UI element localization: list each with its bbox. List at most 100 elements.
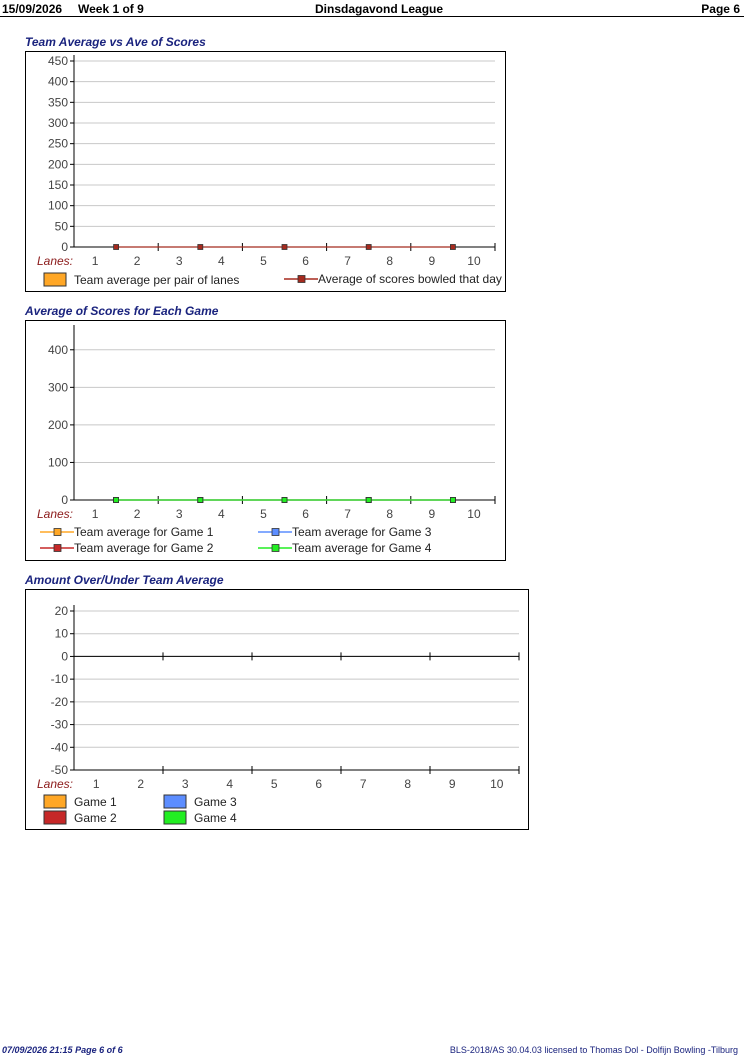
chart3-xtick-label: 3	[182, 777, 189, 791]
chart3-ytick-label: -10	[51, 672, 69, 686]
chart1-svg: 0 50 100 150 200 250 300 350 400 450 1 2 3 4 5 6 7 8 9 10 La…	[37, 54, 502, 287]
chart2-series-4-point	[365, 497, 372, 503]
chart2-legend-label-3: Team average for Game 3	[292, 525, 432, 539]
chart2-xtick-label: 3	[176, 507, 183, 521]
chart3-title: Amount Over/Under Team Average	[25, 573, 224, 587]
chart3-xtick-label: 6	[315, 777, 322, 791]
chart2-xtick-label: 8	[386, 507, 393, 521]
chart3-xtick-label: 5	[271, 777, 278, 791]
chart3-box: -50 -40 -30 -20 -10 0 10 20 1 2 3 4 5 6 7 8 9 10 Lanes: Gam…	[25, 589, 529, 830]
chart3-ytick-label: 10	[55, 627, 69, 641]
chart1-series-2-point	[197, 244, 204, 250]
chart3-legend-swatch-4	[163, 810, 187, 825]
chart2-xtick-label: 2	[134, 507, 141, 521]
chart3-xtick-label: 8	[404, 777, 411, 791]
chart2-legend-label-2: Team average for Game 2	[74, 541, 214, 555]
chart2-svg: 01002003004001 2 3 4 5 6 7 8 9 10Lanes:Team avera…	[37, 325, 496, 555]
chart2-legend-label-4: Team average for Game 4	[292, 541, 432, 555]
chart1-ytick-label: 450	[48, 54, 68, 68]
chart3-xtick-label: 4	[226, 777, 233, 791]
chart1-ytick-label: 250	[48, 137, 68, 151]
chart1-xtick-label: 8	[386, 254, 393, 268]
chart3-legend-swatch-1	[43, 794, 67, 809]
chart1-xtick-label: 10	[467, 254, 481, 268]
chart1-xaxis-label: Lanes:	[37, 254, 73, 268]
chart2-legend-marker-4	[271, 544, 280, 552]
report-date: 15/09/2026	[2, 2, 63, 16]
chart1-legend-swatch-1	[43, 272, 67, 287]
chart3-xtick-label: 9	[449, 777, 456, 791]
chart3-xtick-label: 1	[93, 777, 100, 791]
chart3-xtick-label: 10	[490, 777, 504, 791]
chart1-xtick-label: 4	[218, 254, 225, 268]
chart3-legend-label-3: Game 3	[194, 795, 237, 809]
chart1-ytick-label: 50	[55, 219, 69, 233]
chart3-ytick-label: -20	[51, 695, 69, 709]
chart1-series-2-point	[281, 244, 288, 250]
league-name: Dinsdagavond League	[315, 2, 444, 16]
chart2-xtick-label: 1	[92, 507, 99, 521]
chart3-legend-swatch-2	[43, 810, 67, 825]
chart1-ytick-label: 100	[48, 199, 68, 213]
chart2-legend-marker-1	[53, 528, 62, 536]
chart2-series-4-point	[281, 497, 288, 503]
chart1-title: Team Average vs Ave of Scores	[25, 35, 206, 49]
chart2-ytick-label: 200	[48, 418, 68, 432]
chart2-xtick-label: 9	[429, 507, 436, 521]
chart2-xtick-label: 7	[344, 507, 351, 521]
chart2-xtick-label: 10	[467, 507, 481, 521]
chart1-ytick-label: 300	[48, 116, 68, 130]
chart2-xtick-label: 4	[218, 507, 225, 521]
chart1-legend-label-1: Team average per pair of lanes	[74, 273, 239, 287]
chart1-box: 0 50 100 150 200 250 300 350 400 450 1 2 3 4 5 6 7 8 9 10 La…	[25, 51, 506, 292]
chart3-ytick-label: -50	[51, 763, 69, 777]
chart3-ytick-label: 20	[55, 604, 69, 618]
chart1-series-2-point	[113, 244, 119, 250]
chart1-ytick-label: 150	[48, 178, 68, 192]
chart2-series-4-point	[113, 497, 119, 503]
chart3-legend-swatch-3	[163, 794, 187, 809]
footer-license: BLS-2018/AS 30.04.03 licensed to Thomas …	[449, 1045, 738, 1055]
chart2-title: Average of Scores for Each Game	[25, 304, 219, 318]
chart3-ytick-label: 0	[61, 649, 68, 663]
chart1-ytick-label: 0	[61, 240, 68, 254]
chart3-xtick-label: 7	[360, 777, 367, 791]
chart3-legend-label-2: Game 2	[74, 811, 117, 825]
chart3-xaxis-label: Lanes:	[37, 777, 73, 791]
chart1-xtick-label: 2	[134, 254, 141, 268]
chart1-series-2-point	[449, 244, 456, 250]
chart3-ytick-label: -40	[51, 740, 69, 754]
page-number: Page 6	[701, 2, 740, 16]
chart2-legend-marker-2	[53, 544, 62, 552]
chart2-series-4-point	[449, 497, 456, 503]
chart2-series-4-point	[197, 497, 204, 503]
chart3-legend-label-4: Game 4	[194, 811, 237, 825]
chart1-series-2-point	[365, 244, 372, 250]
chart1-ytick-label: 350	[48, 95, 68, 109]
chart3-ytick-label: -30	[51, 718, 69, 732]
footer-printed: 07/09/2026 21:15 Page 6 of 6	[2, 1045, 123, 1055]
chart2-xaxis-label: Lanes:	[37, 507, 73, 521]
chart1-xtick-label: 6	[302, 254, 309, 268]
chart3-legend-label-1: Game 1	[74, 795, 117, 809]
chart1-xtick-label: 5	[260, 254, 267, 268]
chart1-xtick-label: 3	[176, 254, 183, 268]
chart1-ytick-label: 200	[48, 157, 68, 171]
chart2-ytick-label: 400	[48, 343, 68, 357]
chart2-ytick-label: 0	[61, 493, 68, 507]
chart3-xtick-label: 2	[137, 777, 144, 791]
chart1-ytick-label: 400	[48, 75, 68, 89]
chart2-ytick-label: 100	[48, 455, 68, 469]
chart2-ytick-label: 300	[48, 380, 68, 394]
chart1-xtick-label: 9	[429, 254, 436, 268]
chart2-legend-label-1: Team average for Game 1	[74, 525, 214, 539]
chart3-svg: -50-40-30-20-10010201 2 3 4 5 6 7 8 9 10Lanes:Gam…	[37, 604, 520, 825]
chart2-box: 0 100 200 300 400 1 2 3 4 5 6 7 8 9 10 Lanes: Team avera…	[25, 320, 506, 561]
page-header: 15/09/2026 Week 1 of 9 Dinsdagavond Leag…	[0, 0, 744, 17]
chart2-xtick-label: 6	[302, 507, 309, 521]
chart1-legend-marker-2	[297, 275, 306, 283]
chart1-xtick-label: 7	[344, 254, 351, 268]
chart1-xtick-label: 1	[92, 254, 99, 268]
chart1-legend-label-2: Average of scores bowled that day	[318, 272, 502, 286]
chart2-xtick-label: 5	[260, 507, 267, 521]
